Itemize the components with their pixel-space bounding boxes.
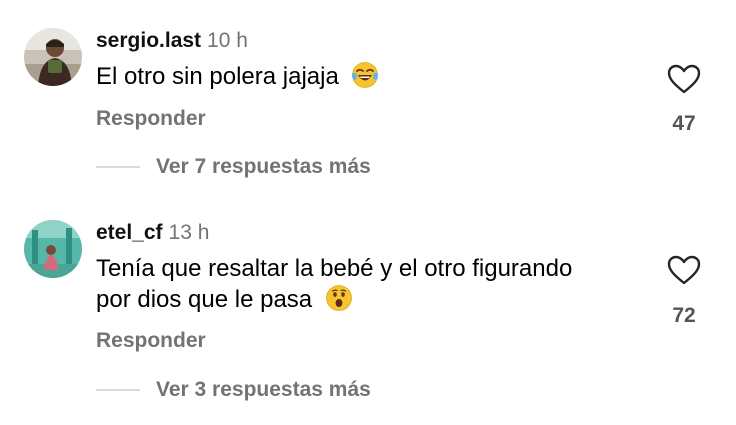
comment-text-body: por dios que le pasa: [96, 286, 313, 313]
username-text[interactable]: sergio.last: [96, 29, 201, 52]
surprised-face-emoji: [325, 285, 352, 311]
like-count: 47: [672, 112, 696, 135]
username-text[interactable]: etel_cf: [96, 221, 163, 244]
comment-text-line: Tenía que resaltar la bebé y el otro fig…: [96, 255, 573, 282]
like-count: 72: [672, 304, 696, 327]
comment-text: Tenía que resaltar la bebé y el otro fig…: [96, 254, 656, 315]
reply-button[interactable]: Responder: [96, 107, 206, 131]
tears-of-joy-emoji: [352, 62, 379, 88]
view-more-replies-button[interactable]: Ver 7 respuestas más: [156, 155, 371, 179]
avatar[interactable]: [24, 220, 82, 278]
comment-text: El otro sin polera jajaja: [96, 61, 656, 92]
comment-text-body: El otro sin polera jajaja: [96, 63, 339, 90]
heart-icon[interactable]: [666, 254, 702, 286]
username[interactable]: sergio.last 10 h: [96, 29, 248, 53]
divider-line: [96, 389, 140, 391]
view-more-replies-button[interactable]: Ver 3 respuestas más: [156, 378, 371, 402]
username[interactable]: etel_cf 13 h: [96, 221, 209, 245]
comment-text-line: por dios que le pasa: [96, 284, 656, 315]
heart-icon[interactable]: [666, 63, 702, 95]
timestamp: 10 h: [207, 29, 248, 52]
timestamp: 13 h: [168, 221, 210, 244]
reply-button[interactable]: Responder: [96, 329, 206, 353]
divider-line: [96, 166, 140, 168]
avatar[interactable]: [24, 28, 82, 86]
